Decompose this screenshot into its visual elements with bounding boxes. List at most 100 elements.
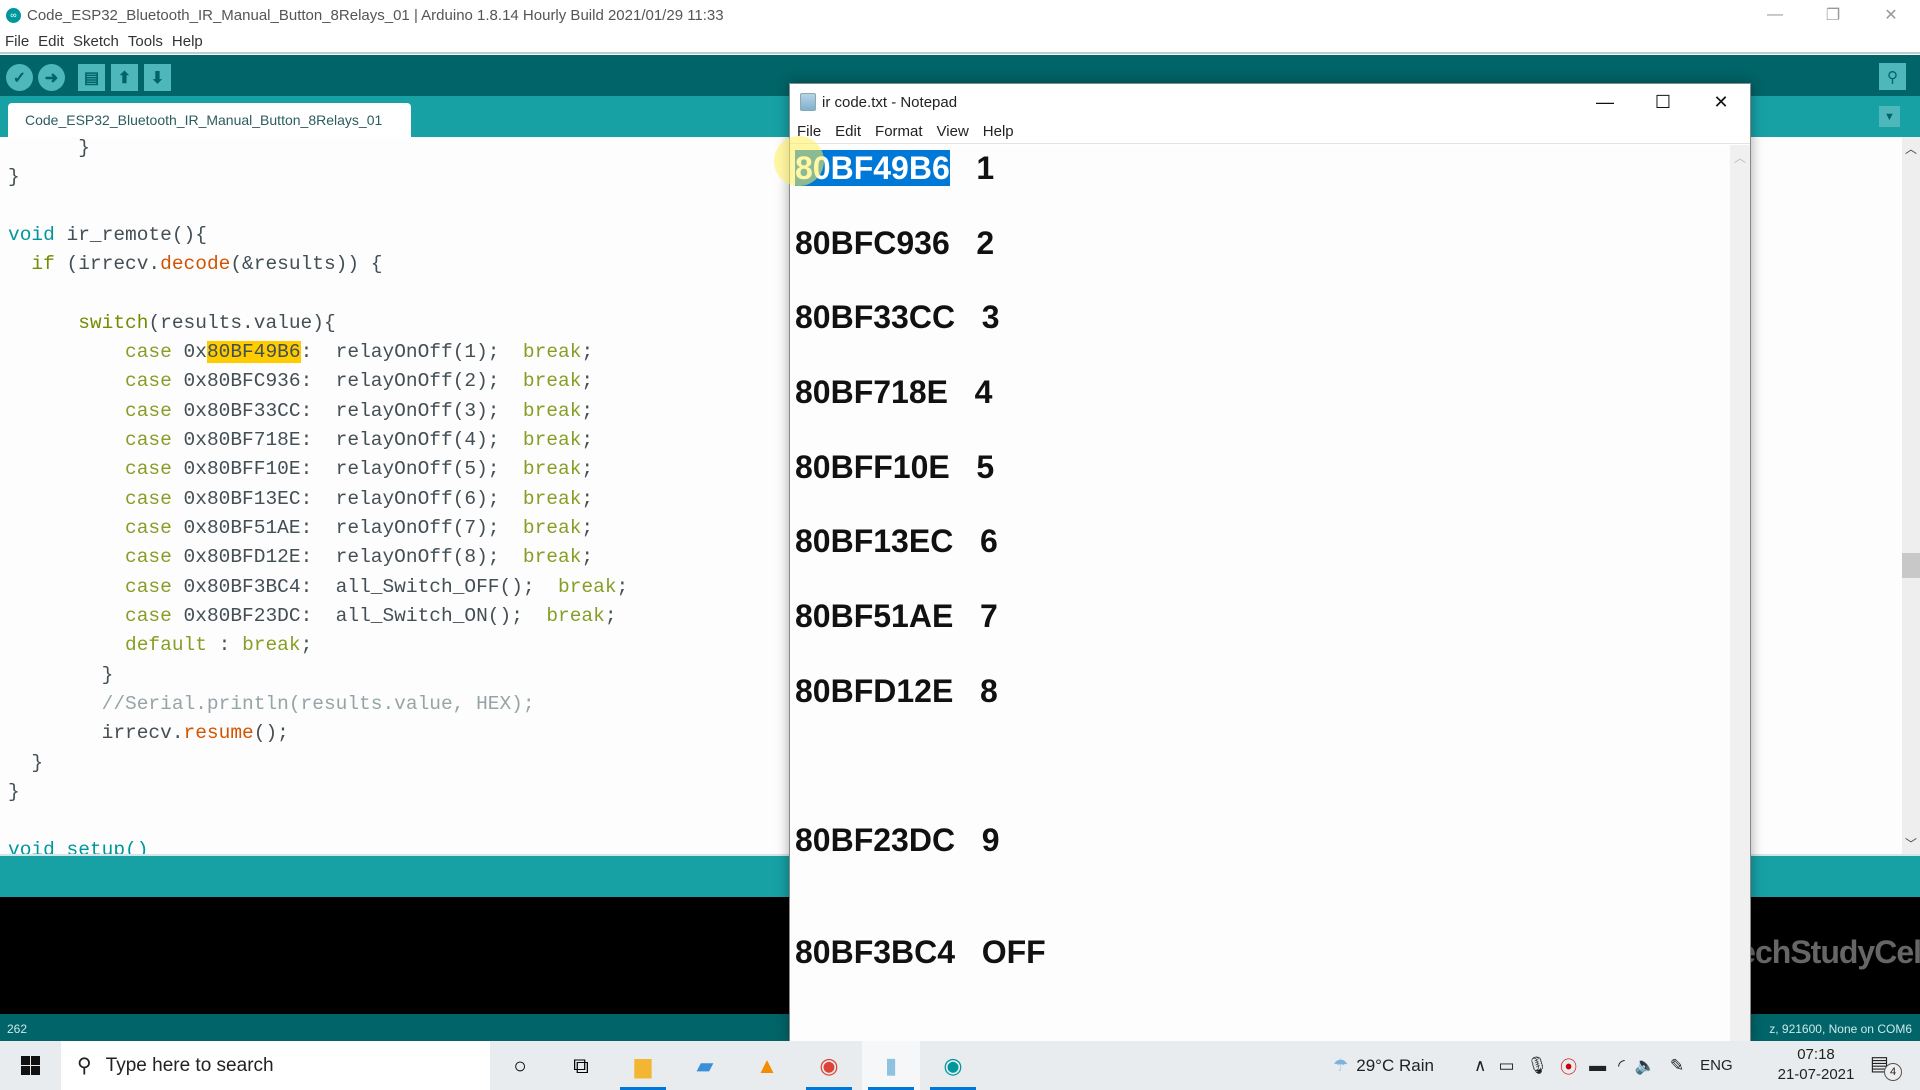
ir-code-line: 80BF49B6 1 xyxy=(795,150,995,186)
start-button[interactable] xyxy=(0,1041,60,1090)
save-sketch-button[interactable]: ⬇ xyxy=(144,64,171,91)
np-menu-view[interactable]: View xyxy=(930,123,976,140)
code-line: case 0x80BF33CC: relayOnOff(3); break; xyxy=(125,400,594,422)
chevron-down-icon: ▼ xyxy=(1884,110,1895,123)
vlc-button[interactable]: ▲ xyxy=(738,1041,796,1090)
close-button[interactable]: ✕ xyxy=(1862,0,1920,30)
notifications-button[interactable]: ▤ 4 xyxy=(1870,1051,1902,1081)
code-line: case 0x80BFF10E: relayOnOff(5); break; xyxy=(125,458,594,480)
new-file-icon: ▤ xyxy=(83,69,100,87)
fn-decode: decode xyxy=(160,253,231,275)
arduino-logo-icon: ∞ xyxy=(6,7,21,23)
sketch-tab-label: Code_ESP32_Bluetooth_IR_Manual_Button_8R… xyxy=(25,112,383,128)
mouse-cursor-highlight xyxy=(774,136,824,186)
notepad-scrollbar[interactable]: ︿ xyxy=(1730,145,1750,1041)
ir-code-line: 80BF23DC 9 xyxy=(795,822,1000,858)
open-sketch-button[interactable]: ⬆ xyxy=(111,64,138,91)
code-line: case 0x80BF49B6: relayOnOff(1); break; xyxy=(125,341,594,363)
code-line: default : break; xyxy=(125,634,313,656)
notepad-app-icon: ▮ xyxy=(884,1052,898,1078)
verify-button[interactable]: ✓ xyxy=(6,64,33,91)
scroll-down-icon[interactable]: ﹀ xyxy=(1902,834,1920,852)
fn-resume: resume xyxy=(183,722,254,744)
task-view-button[interactable]: ⧉ xyxy=(552,1041,610,1090)
ir-code-line: 80BF3BC4 OFF xyxy=(795,934,1046,970)
np-menu-help[interactable]: Help xyxy=(976,123,1021,140)
board-info: z, 921600, None on COM6 xyxy=(1769,1022,1912,1036)
file-explorer-button[interactable]: ▆ xyxy=(614,1041,672,1090)
np-menu-edit[interactable]: Edit xyxy=(828,123,868,140)
notepad-menu-bar: File Edit Format View Help xyxy=(790,120,1750,144)
arduino-taskbar-button[interactable]: ◉ xyxy=(924,1041,982,1090)
volume-icon[interactable]: 🔈 xyxy=(1635,1056,1656,1076)
arduino-window-controls: — ❐ ✕ xyxy=(1746,0,1920,30)
search-icon: ⚲ xyxy=(77,1055,92,1077)
language-indicator[interactable]: ENG xyxy=(1700,1057,1733,1074)
tray-expand-icon[interactable]: ∧ xyxy=(1474,1056,1486,1076)
clock-date: 21-07-2021 xyxy=(1777,1066,1855,1083)
scroll-up-icon[interactable]: ︿ xyxy=(1902,139,1920,157)
menu-file[interactable]: File xyxy=(0,33,33,50)
highlighted-token: 80BF49B6 xyxy=(206,341,301,363)
new-sketch-button[interactable]: ▤ xyxy=(78,64,105,91)
weather-widget[interactable]: ☂ 29°C Rain xyxy=(1333,1041,1434,1090)
code-line: } xyxy=(8,166,20,188)
taskbar-search[interactable]: ⚲ Type here to search xyxy=(61,1041,490,1090)
save-arrow-down-icon: ⬇ xyxy=(150,69,165,87)
camera-icon[interactable]: ▭ xyxy=(1498,1056,1514,1076)
notepad-taskbar-button[interactable]: ▮ xyxy=(862,1041,920,1090)
notepad-minimize-button[interactable]: — xyxy=(1576,84,1634,120)
np-menu-format[interactable]: Format xyxy=(868,123,930,140)
upload-arrow-icon: ➜ xyxy=(44,69,59,87)
serial-monitor-button[interactable]: ⚲ xyxy=(1879,63,1906,90)
menu-tools[interactable]: Tools xyxy=(123,33,167,50)
rain-cloud-icon: ☂ xyxy=(1333,1055,1349,1075)
notepad-text-area[interactable]: 80BF49B6 1 80BFC936 2 80BF33CC 3 80BF718… xyxy=(790,145,1730,1041)
ir-code-line: 80BF718E 4 xyxy=(795,374,993,410)
sketch-tab[interactable]: Code_ESP32_Bluetooth_IR_Manual_Button_8R… xyxy=(8,103,411,137)
chrome-button[interactable]: ◉ xyxy=(800,1041,858,1090)
taskbar: ⚲ Type here to search ○ ⧉ ▆ ▰ ▲ ◉ ▮ ◉ ☂ … xyxy=(0,1041,1920,1090)
pen-icon[interactable]: ✎ xyxy=(1670,1056,1684,1076)
serial-monitor-icon: ⚲ xyxy=(1887,68,1898,86)
chrome-icon: ◉ xyxy=(819,1052,839,1078)
restore-button[interactable]: ❐ xyxy=(1804,0,1862,30)
ir-code-line: 80BFD12E 8 xyxy=(795,673,998,709)
code-line: irrecv.resume(); xyxy=(8,722,289,744)
battery-icon[interactable]: ▬ xyxy=(1589,1056,1606,1076)
code-line: } xyxy=(8,137,90,159)
clock[interactable]: 07:18 21-07-2021 xyxy=(1776,1045,1856,1085)
upload-button[interactable]: ➜ xyxy=(38,64,65,91)
menu-sketch[interactable]: Sketch xyxy=(68,33,123,50)
tab-menu-button[interactable]: ▼ xyxy=(1879,106,1900,127)
cortana-button[interactable]: ○ xyxy=(491,1041,549,1090)
np-scroll-up-icon[interactable]: ︿ xyxy=(1730,149,1750,166)
menu-edit[interactable]: Edit xyxy=(33,33,68,50)
this-pc-button[interactable]: ▰ xyxy=(676,1041,734,1090)
code-line: case 0x80BFD12E: relayOnOff(8); break; xyxy=(125,546,594,568)
ir-code-line: 80BFF10E 5 xyxy=(795,449,995,485)
verify-icon: ✓ xyxy=(12,69,27,87)
code-line: if (irrecv.decode(&results)) { xyxy=(31,253,383,275)
code-line: case 0x80BFC936: relayOnOff(2); break; xyxy=(125,370,594,392)
scroll-thumb[interactable] xyxy=(1902,553,1920,578)
desktop: ∞ Code_ESP32_Bluetooth_IR_Manual_Button_… xyxy=(0,0,1920,1090)
recording-icon[interactable]: ⦿ xyxy=(1560,1053,1577,1078)
ir-code-line: 80BFC936 2 xyxy=(795,225,995,261)
line-number: 262 xyxy=(7,1022,28,1036)
wifi-icon[interactable]: ◜ xyxy=(1618,1056,1625,1076)
notepad-maximize-button[interactable]: ☐ xyxy=(1634,84,1692,120)
arduino-app-icon: ◉ xyxy=(943,1052,963,1078)
notepad-close-button[interactable]: ✕ xyxy=(1692,84,1750,120)
notification-count: 4 xyxy=(1884,1063,1902,1081)
code-line: } xyxy=(8,664,114,686)
cortana-icon: ○ xyxy=(513,1052,527,1078)
arduino-title-bar: ∞ Code_ESP32_Bluetooth_IR_Manual_Button_… xyxy=(0,0,1920,30)
editor-scrollbar[interactable]: ︿ ﹀ xyxy=(1902,137,1920,854)
code-line: } xyxy=(8,752,44,774)
microphone-icon[interactable]: 🎙 xyxy=(1527,1056,1549,1076)
system-tray: ∧ ▭ 🎙 ⦿ ▬ ◜ 🔈 ✎ ENG xyxy=(1474,1041,1733,1090)
menu-help[interactable]: Help xyxy=(167,33,207,50)
weather-text: 29°C Rain xyxy=(1356,1055,1434,1075)
minimize-button[interactable]: — xyxy=(1746,0,1804,30)
